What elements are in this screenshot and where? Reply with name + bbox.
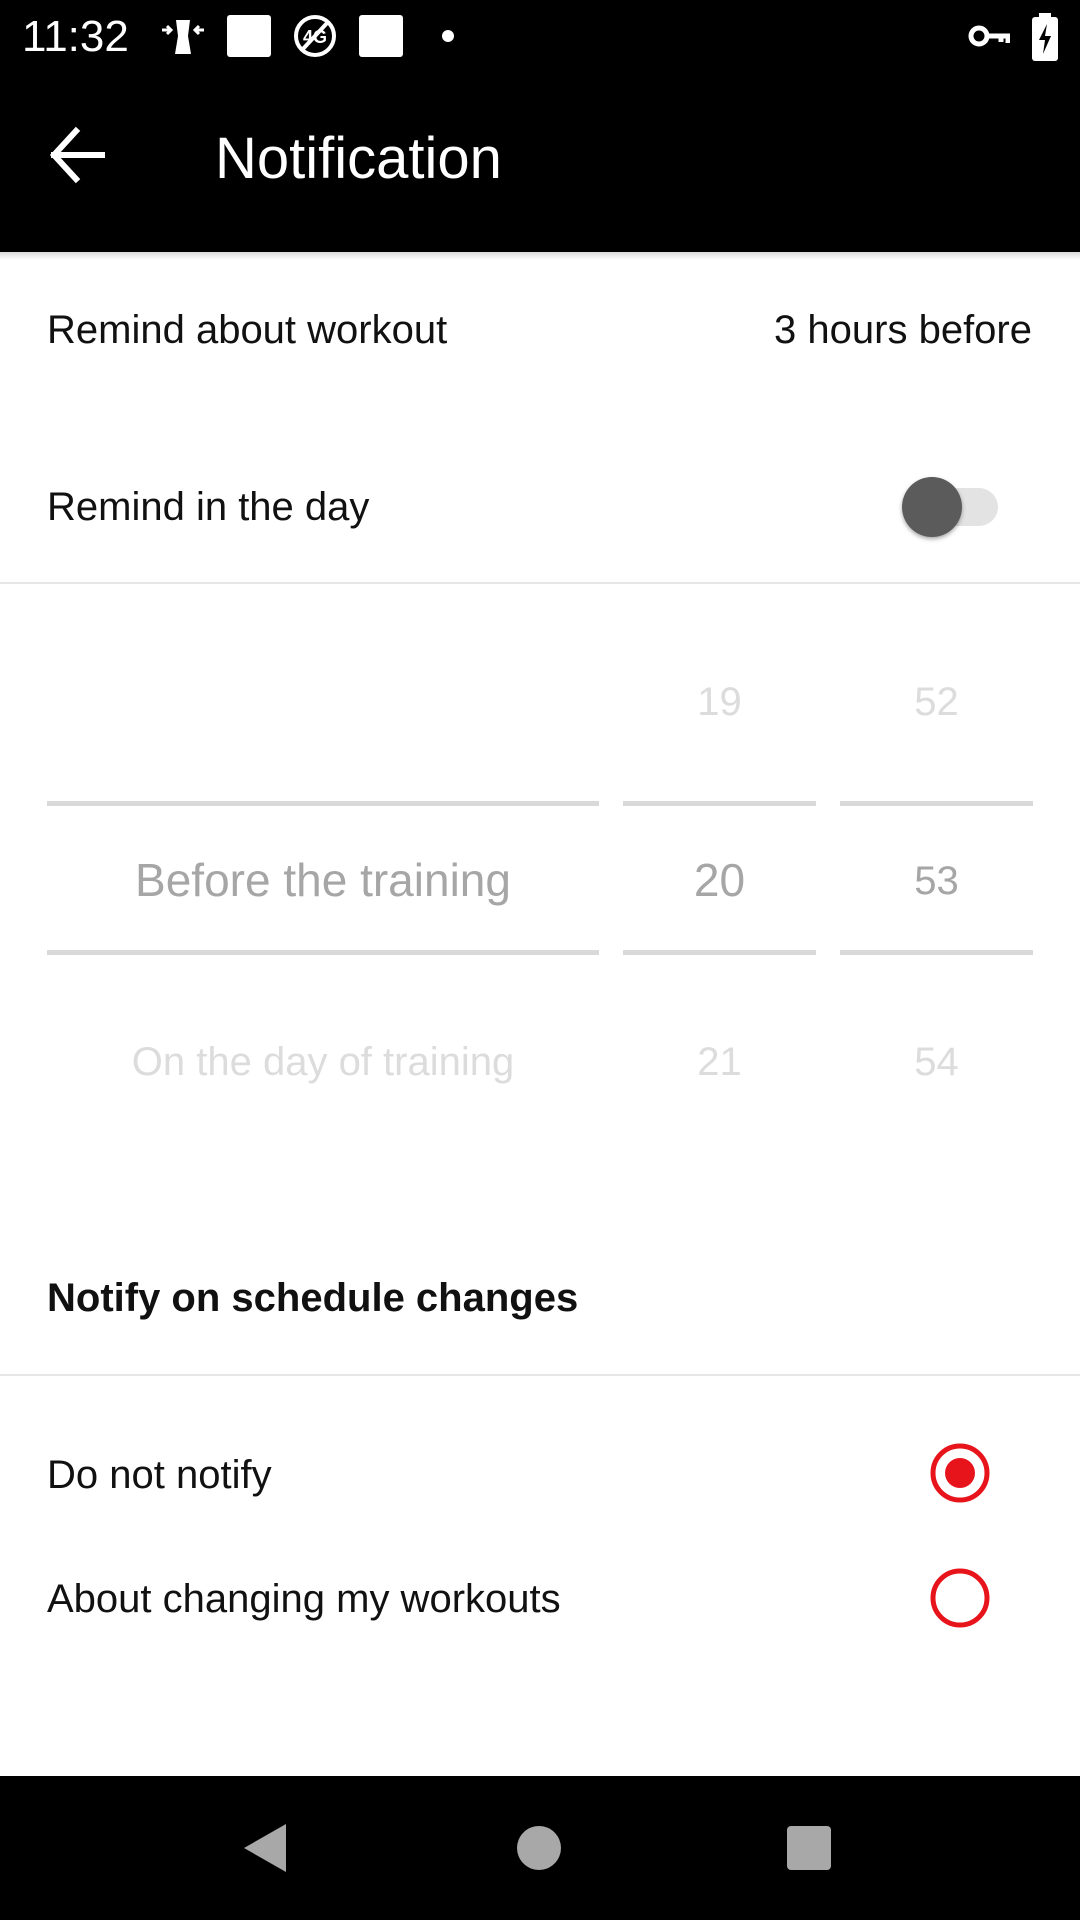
picker-mode-next: On the day of training bbox=[131, 1040, 515, 1084]
recents-square-icon[interactable] bbox=[779, 1818, 839, 1878]
square-notification-icon bbox=[227, 15, 271, 57]
fitness-app-icon bbox=[162, 20, 204, 54]
picker-minute-selected: 53 bbox=[914, 859, 959, 903]
status-bar: 11:32 4G bbox=[0, 0, 1080, 74]
status-time: 11:32 bbox=[22, 12, 129, 61]
battery-charging-icon bbox=[1032, 13, 1058, 61]
no-4g-icon: 4G bbox=[294, 15, 336, 57]
toggle-thumb bbox=[902, 477, 962, 537]
page-title: Notification bbox=[215, 126, 502, 191]
back-triangle-icon[interactable] bbox=[236, 1818, 296, 1878]
picker-line bbox=[623, 950, 816, 955]
radio-button-selected[interactable] bbox=[929, 1442, 991, 1504]
picker-minute-next: 54 bbox=[914, 1040, 959, 1084]
picker-mode-selected: Before the training bbox=[135, 854, 511, 906]
app-bar-shadow bbox=[0, 252, 1080, 260]
arrow-left-icon bbox=[49, 126, 105, 184]
home-circle-icon[interactable] bbox=[509, 1818, 569, 1878]
back-button[interactable] bbox=[44, 116, 122, 194]
picker-line bbox=[47, 950, 599, 955]
picker-hour-prev: 19 bbox=[697, 680, 742, 724]
app-bar: Notification bbox=[0, 74, 1080, 252]
remind-workout-label: Remind about workout bbox=[47, 308, 448, 352]
picker-line bbox=[840, 950, 1033, 955]
picker-line bbox=[840, 801, 1033, 806]
vpn-key-icon bbox=[968, 25, 1010, 47]
picker-hour-selected: 20 bbox=[693, 854, 746, 906]
square-notification-icon bbox=[359, 15, 403, 57]
dot-icon bbox=[442, 30, 454, 42]
divider bbox=[0, 1374, 1080, 1376]
remind-day-label: Remind in the day bbox=[47, 485, 370, 529]
remind-workout-value[interactable]: 3 hours before bbox=[774, 306, 1032, 354]
navigation-bar bbox=[0, 1776, 1080, 1920]
picker-line bbox=[47, 801, 599, 806]
picker-line bbox=[623, 801, 816, 806]
picker-hour-next: 21 bbox=[697, 1040, 742, 1084]
radio-button-unselected[interactable] bbox=[929, 1567, 991, 1629]
picker-minute-prev: 52 bbox=[914, 680, 959, 724]
radio-label: Do not notify bbox=[47, 1453, 272, 1497]
remind-day-toggle[interactable] bbox=[900, 475, 1000, 539]
section-title: Notify on schedule changes bbox=[47, 1276, 579, 1320]
divider bbox=[0, 582, 1080, 584]
radio-label: About changing my workouts bbox=[47, 1577, 561, 1621]
